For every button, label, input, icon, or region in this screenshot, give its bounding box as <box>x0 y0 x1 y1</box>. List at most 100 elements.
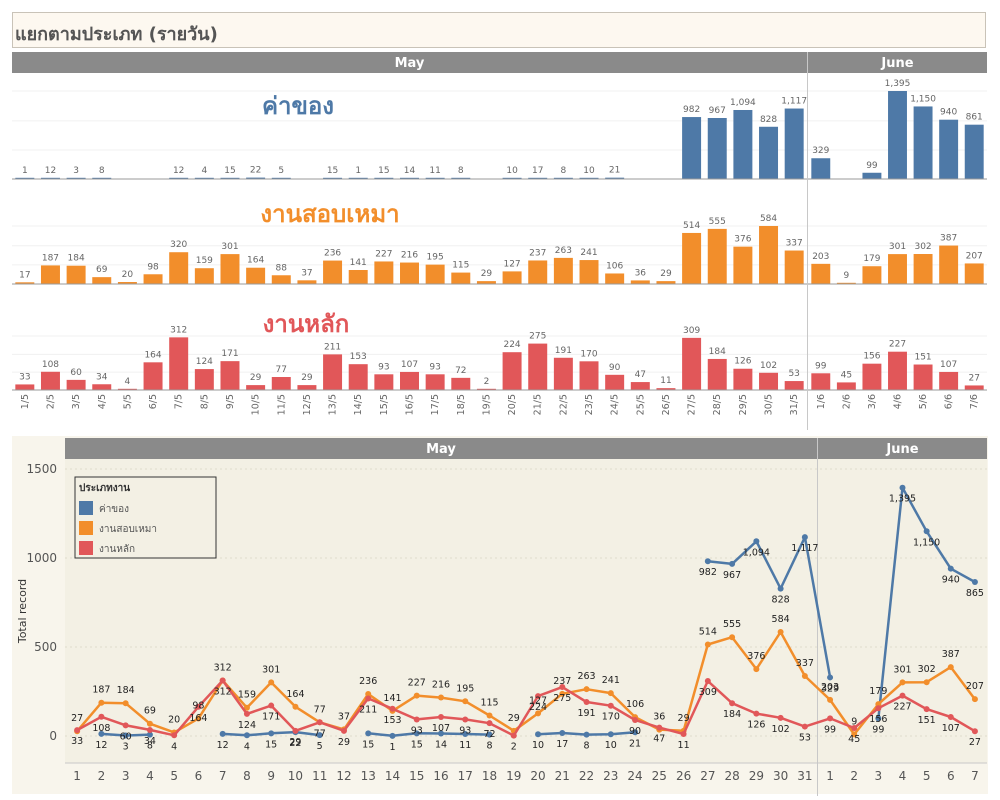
x-tick-label: 7 <box>971 769 979 783</box>
data-point <box>268 730 275 737</box>
data-label: 53 <box>799 733 811 744</box>
data-label: 33 <box>71 736 83 747</box>
bar <box>220 254 240 284</box>
data-label: 8 <box>486 741 492 752</box>
data-label: 301 <box>893 664 911 675</box>
data-label: 126 <box>747 720 765 731</box>
data-point <box>607 731 614 738</box>
bar <box>220 361 240 390</box>
data-label: 203 <box>821 682 839 693</box>
data-label: 21 <box>629 738 641 749</box>
x-category-label: 28/5 <box>712 394 723 415</box>
bar <box>553 357 573 390</box>
data-point <box>462 716 469 723</box>
bar-value-label: 20 <box>122 270 134 280</box>
x-category-label: 23/5 <box>584 394 595 415</box>
x-tick-label: 2 <box>850 769 858 783</box>
bar-value-label: 301 <box>221 242 238 252</box>
data-label: 14 <box>435 740 447 751</box>
x-category-label: 7/5 <box>174 394 185 409</box>
data-point <box>947 713 954 720</box>
x-tick-label: 1 <box>826 769 834 783</box>
data-label: 47 <box>653 734 665 745</box>
bar <box>888 351 907 390</box>
legend-label: งานหลัก <box>99 544 135 555</box>
bar-value-label: 275 <box>529 332 546 342</box>
bar-value-label: 329 <box>812 146 829 156</box>
x-tick-label: 13 <box>361 769 376 783</box>
data-label: 164 <box>286 689 304 700</box>
bar <box>964 385 984 390</box>
bar-value-label: 141 <box>350 258 367 268</box>
bar-value-label: 77 <box>276 365 287 375</box>
x-category-label: 3/6 <box>867 394 878 409</box>
data-label: 159 <box>238 690 256 701</box>
month-label-june: June <box>880 56 913 71</box>
data-point <box>899 484 906 491</box>
bar <box>169 252 189 284</box>
bar-value-label: 3 <box>73 166 79 176</box>
x-category-label: 30/5 <box>764 394 775 415</box>
data-label: 1,395 <box>889 494 916 505</box>
data-point <box>777 585 784 592</box>
data-point <box>827 696 834 703</box>
bar <box>40 265 60 284</box>
bar <box>194 268 214 284</box>
bar <box>451 272 471 284</box>
bar <box>682 117 702 179</box>
data-label: 312 <box>214 662 232 673</box>
bar <box>194 369 214 390</box>
data-label: 940 <box>942 575 960 586</box>
bar-value-label: 102 <box>760 361 777 371</box>
data-label: 224 <box>529 702 547 713</box>
x-tick-label: 31 <box>797 769 812 783</box>
data-point <box>971 696 978 703</box>
data-label: 15 <box>411 739 423 750</box>
data-label: 15 <box>362 739 374 750</box>
x-category-label: 15/5 <box>379 394 390 415</box>
data-point <box>827 715 834 722</box>
x-tick-label: 23 <box>603 769 618 783</box>
x-tick-label: 26 <box>676 769 691 783</box>
x-tick-label: 28 <box>724 769 739 783</box>
bar <box>964 124 984 179</box>
bar-value-label: 227 <box>889 340 906 350</box>
data-label: 584 <box>772 614 790 625</box>
bar-value-label: 195 <box>427 253 444 263</box>
data-label: 5 <box>317 741 323 752</box>
bar-value-label: 236 <box>324 249 341 259</box>
data-point <box>923 706 930 713</box>
legend-swatch <box>79 541 93 555</box>
bar-value-label: 156 <box>863 352 880 362</box>
bar <box>528 343 548 390</box>
data-label: 184 <box>117 685 135 696</box>
x-tick-label: 5 <box>923 769 931 783</box>
bar-value-label: 241 <box>580 248 597 258</box>
bar <box>323 260 343 284</box>
data-label: 36 <box>653 712 665 723</box>
bar <box>811 373 831 390</box>
data-point <box>971 728 978 735</box>
data-point <box>971 579 978 586</box>
x-tick-label: 12 <box>336 769 351 783</box>
bar-value-label: 2 <box>484 377 490 387</box>
x-category-label: 1/5 <box>20 394 31 409</box>
x-category-label: 9/5 <box>225 394 236 409</box>
bar <box>707 117 727 179</box>
data-label: 275 <box>553 693 571 704</box>
bar <box>92 384 112 390</box>
x-tick-label: 15 <box>409 769 424 783</box>
data-point <box>171 732 178 739</box>
bar-value-label: 99 <box>815 361 827 371</box>
bar <box>169 337 189 390</box>
x-category-label: 19/5 <box>481 394 492 415</box>
x-category-label: 6/6 <box>944 394 955 409</box>
bar-value-label: 1 <box>355 166 361 176</box>
data-point <box>875 705 882 712</box>
data-label: 828 <box>772 595 790 606</box>
x-tick-label: 9 <box>267 769 275 783</box>
bar <box>502 271 522 284</box>
x-tick-label: 10 <box>288 769 303 783</box>
data-label: 967 <box>723 570 741 581</box>
data-point <box>729 634 736 641</box>
